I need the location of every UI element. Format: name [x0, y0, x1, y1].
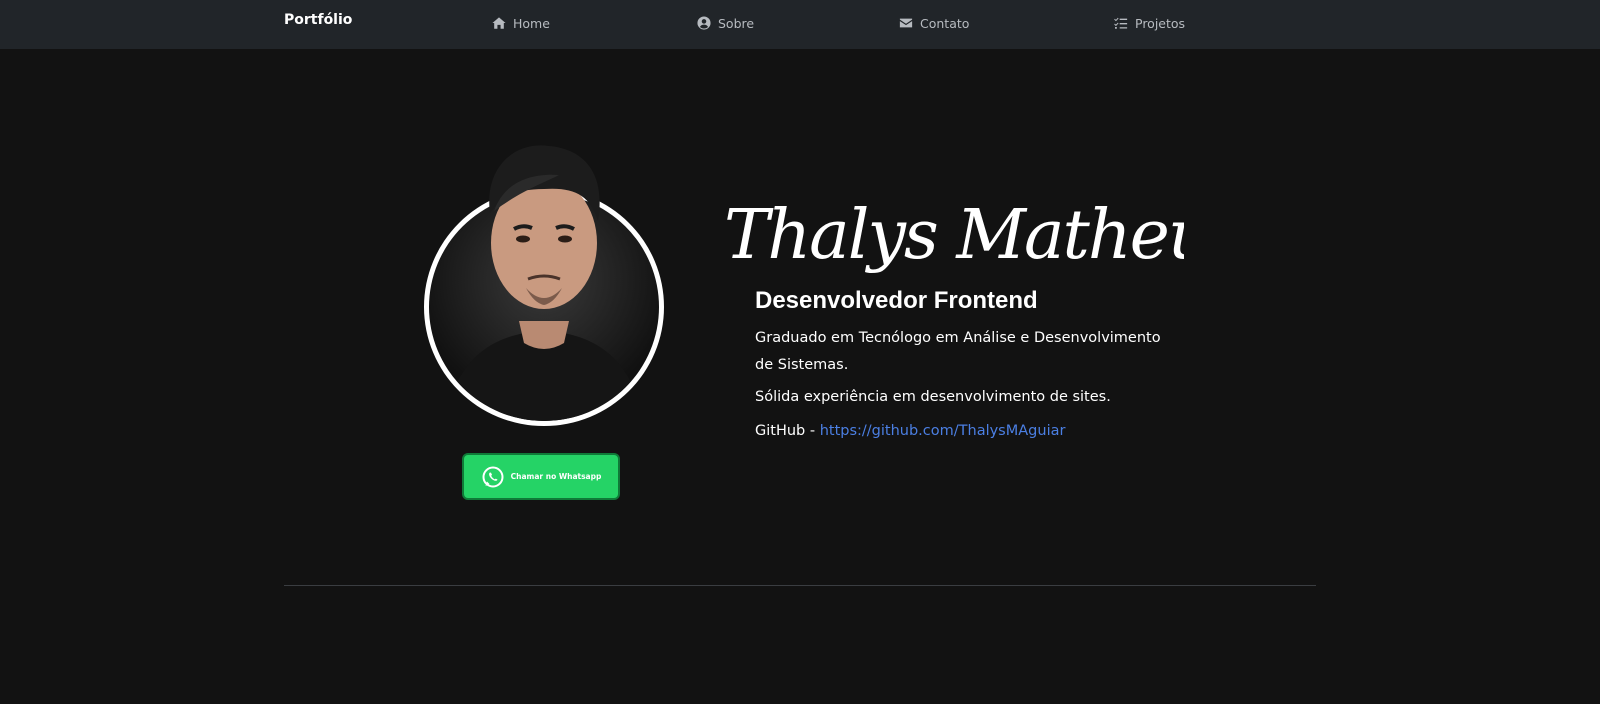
- list-check-icon: [1114, 16, 1128, 30]
- section-divider: [284, 585, 1316, 586]
- role-title: Desenvolvedor Frontend: [755, 287, 1038, 314]
- nav-contato-label: Contato: [920, 15, 970, 31]
- nav-sobre-label: Sobre: [718, 15, 755, 31]
- nav-projetos[interactable]: Projetos: [1114, 13, 1185, 33]
- github-prefix: GitHub -: [755, 423, 820, 439]
- navbar: Portfólio Home Sobre Contato Projetos: [0, 0, 1600, 49]
- github-line: GitHub - https://github.com/ThalysMAguia…: [755, 423, 1065, 439]
- user-circle-icon: [697, 16, 711, 30]
- nav-home[interactable]: Home: [492, 13, 550, 33]
- nav-sobre[interactable]: Sobre: [697, 13, 754, 33]
- brand-link[interactable]: Portfólio: [284, 12, 352, 28]
- whatsapp-label: Chamar no Whatsapp: [510, 472, 602, 481]
- home-icon: [492, 16, 506, 30]
- bio-text: Graduado em Tecnólogo em Análise e Desen…: [755, 330, 1161, 373]
- nav-projetos-label: Projetos: [1135, 15, 1186, 31]
- signature-logo: Thalys Matheus: [724, 180, 1184, 290]
- whatsapp-icon: [481, 465, 505, 489]
- profile-photo: [444, 145, 644, 421]
- nav-contato[interactable]: Contato: [899, 13, 969, 33]
- svg-text:Thalys Matheus: Thalys Matheus: [724, 196, 1184, 275]
- github-link[interactable]: https://github.com/ThalysMAguiar: [820, 423, 1066, 439]
- experience-text: Sólida experiência em desenvolvimento de…: [755, 389, 1111, 405]
- whatsapp-button[interactable]: Chamar no Whatsapp: [462, 453, 620, 500]
- avatar: [424, 143, 664, 426]
- nav-home-label: Home: [513, 15, 550, 31]
- envelope-icon: [899, 16, 913, 30]
